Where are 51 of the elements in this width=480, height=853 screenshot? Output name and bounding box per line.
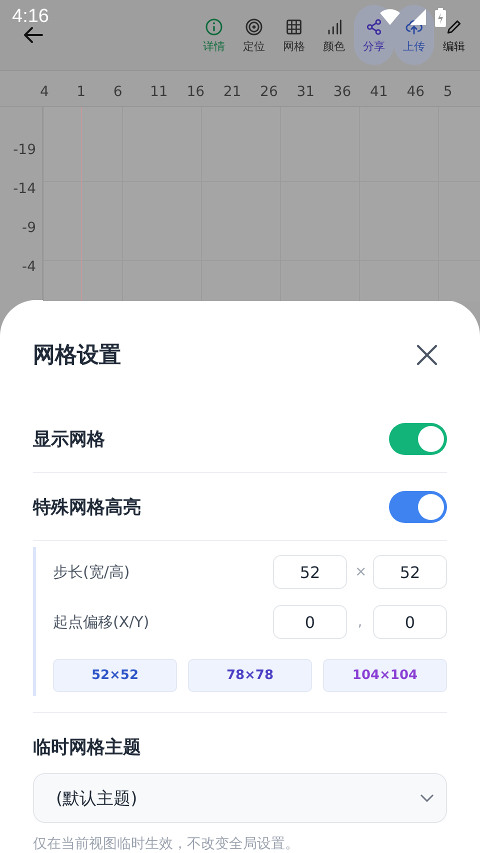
axis-label: -14 — [13, 181, 37, 199]
axis-label: 4 — [40, 84, 50, 102]
signal-icon — [409, 8, 427, 26]
preset-button[interactable]: 78×78 — [188, 659, 312, 692]
input-field[interactable]: 52 — [373, 555, 447, 590]
axis-label: 31 — [296, 84, 316, 102]
theme-dropdown[interactable]: (默认主题) — [33, 773, 447, 824]
section-title: 临时网格主题 — [33, 736, 142, 760]
chevron-icon — [420, 794, 434, 802]
battery-icon — [435, 8, 446, 26]
toggle-switch[interactable] — [389, 422, 447, 455]
preset-button[interactable]: 52×52 — [53, 659, 177, 692]
separator-text: , — [356, 614, 364, 630]
toggle-label: 特殊网格高亮 — [33, 496, 141, 519]
status-time: 4:16 — [12, 6, 49, 28]
toolbar-button[interactable]: 网格 — [274, 5, 314, 65]
axis-label: -19 — [13, 142, 37, 160]
axis-label: 46 — [406, 84, 426, 102]
preset-button[interactable]: 104×104 — [323, 659, 447, 692]
axis-label: 36 — [333, 84, 352, 102]
wifi-icon — [379, 8, 401, 26]
toolbar-button[interactable]: 分享 — [354, 5, 394, 65]
toolbar-button[interactable]: 上传 — [394, 5, 434, 65]
input-field[interactable]: 0 — [273, 605, 347, 640]
input-field[interactable]: 52 — [273, 555, 347, 590]
axis-label: -4 — [22, 259, 37, 277]
share-icon — [364, 16, 384, 36]
axis-label: 1 — [76, 84, 87, 102]
axis-label: 41 — [370, 84, 389, 102]
toggle-label: 显示网格 — [33, 428, 105, 451]
sheet-title: 网格设置 — [33, 342, 121, 370]
input-field[interactable]: 0 — [373, 605, 447, 640]
axis-label: 26 — [260, 84, 279, 102]
axis-label: 21 — [223, 84, 242, 102]
axis-label: 11 — [150, 84, 169, 102]
axis-label: 6 — [113, 84, 124, 102]
axis-label: 16 — [186, 84, 206, 102]
field-label: 起点偏移(X/Y) — [53, 612, 150, 632]
toolbar-button[interactable]: 编辑 — [434, 5, 474, 65]
grid-icon — [284, 16, 304, 36]
close-icon — [416, 344, 438, 366]
toolbar-button[interactable]: 定位 — [234, 5, 274, 65]
axis-label: 5 — [443, 84, 454, 102]
hint-text: 仅在当前视图临时生效，不改变全局设置。 — [33, 835, 300, 853]
info-icon — [204, 16, 224, 36]
axis-label: -9 — [22, 220, 37, 238]
target-icon — [244, 16, 264, 36]
toolbar-button[interactable]: 颜色 — [314, 5, 354, 65]
field-label: 步长(宽/高) — [53, 562, 130, 582]
toggle-switch[interactable] — [389, 490, 447, 523]
separator-text: × — [355, 564, 365, 580]
